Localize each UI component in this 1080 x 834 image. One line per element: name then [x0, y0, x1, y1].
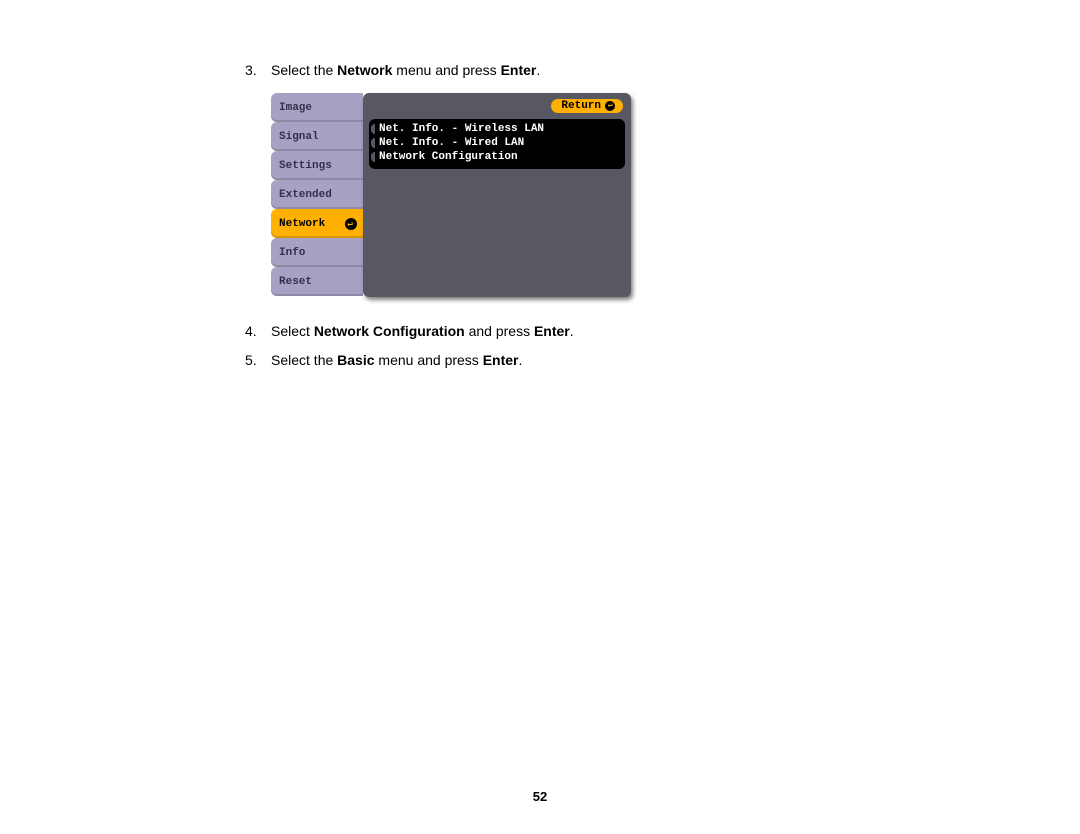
step-5: 5. Select the Basic menu and press Enter…: [245, 350, 945, 371]
page-number: 52: [0, 789, 1080, 804]
osd-tab-label: Info: [279, 247, 305, 259]
osd-tab-info[interactable]: Info: [271, 238, 363, 267]
t: menu and press: [392, 62, 500, 78]
osd-tab-signal[interactable]: Signal: [271, 122, 363, 151]
t: .: [536, 62, 540, 78]
osd-tab-label: Image: [279, 102, 312, 114]
osd-tab-settings[interactable]: Settings: [271, 151, 363, 180]
step-number: 3.: [245, 60, 271, 81]
t: .: [518, 352, 522, 368]
t-bold: Enter: [501, 62, 537, 78]
osd-content-panel: Return ↵ Net. Info. - Wireless LAN Net. …: [363, 93, 631, 297]
step-number: 5.: [245, 350, 271, 371]
osd-tab-label: Reset: [279, 276, 312, 288]
osd-items: Net. Info. - Wireless LAN Net. Info. - W…: [369, 119, 625, 169]
osd-tab-label: Settings: [279, 160, 332, 172]
osd-tab-label: Signal: [279, 131, 319, 143]
t-bold: Enter: [534, 323, 570, 339]
t: and press: [465, 323, 534, 339]
osd-tab-network[interactable]: Network ↵: [271, 209, 363, 238]
osd-panel: Image Signal Settings Extended Network ↵…: [271, 93, 631, 297]
osd-item-wired-lan[interactable]: Net. Info. - Wired LAN: [375, 136, 619, 150]
t-bold: Enter: [483, 352, 519, 368]
osd-item-network-configuration[interactable]: Network Configuration: [375, 150, 619, 164]
t: Select: [271, 323, 314, 339]
step-4: 4. Select Network Configuration and pres…: [245, 321, 945, 342]
content-area: 3. Select the Network menu and press Ent…: [245, 60, 945, 379]
return-button[interactable]: Return ↵: [551, 99, 623, 113]
osd-tab-label: Network: [279, 218, 325, 230]
step-text: Select the Network menu and press Enter.: [271, 60, 540, 81]
step-number: 4.: [245, 321, 271, 342]
t: .: [570, 323, 574, 339]
t: Select the: [271, 352, 337, 368]
step-text: Select the Basic menu and press Enter.: [271, 350, 522, 371]
osd-tab-label: Extended: [279, 189, 332, 201]
return-label: Return: [561, 100, 601, 112]
enter-icon: ↵: [605, 101, 615, 111]
osd-tab-image[interactable]: Image: [271, 93, 363, 122]
osd-tab-extended[interactable]: Extended: [271, 180, 363, 209]
document-page: 3. Select the Network menu and press Ent…: [0, 0, 1080, 834]
step-text: Select Network Configuration and press E…: [271, 321, 574, 342]
osd-screenshot: Image Signal Settings Extended Network ↵…: [271, 93, 945, 297]
osd-tab-reset[interactable]: Reset: [271, 267, 363, 296]
step-3: 3. Select the Network menu and press Ent…: [245, 60, 945, 81]
t: Select the: [271, 62, 337, 78]
enter-icon: ↵: [345, 219, 355, 229]
t-bold: Network: [337, 62, 392, 78]
osd-tab-list: Image Signal Settings Extended Network ↵…: [271, 93, 363, 297]
t-bold: Network Configuration: [314, 323, 465, 339]
t-bold: Basic: [337, 352, 374, 368]
osd-item-wireless-lan[interactable]: Net. Info. - Wireless LAN: [375, 122, 619, 136]
t: menu and press: [375, 352, 483, 368]
